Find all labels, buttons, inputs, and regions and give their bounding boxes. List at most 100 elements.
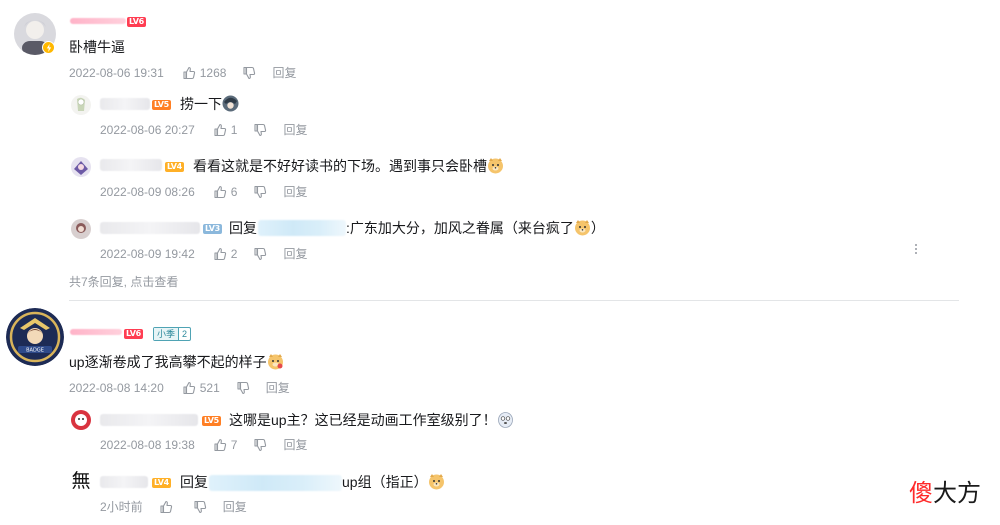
more-options-icon[interactable] xyxy=(915,244,917,254)
reply-button[interactable]: 回复 xyxy=(266,381,290,395)
watermark-part-2: 大方 xyxy=(933,479,981,507)
thumbs-down-icon xyxy=(194,500,206,514)
fan-medal-level: 2 xyxy=(178,328,190,340)
doge-emoji-icon xyxy=(574,220,590,236)
level-badge: LV5 xyxy=(152,100,171,110)
reply-username[interactable] xyxy=(100,414,198,426)
reply-avatar[interactable] xyxy=(71,95,91,115)
dislike-button[interactable] xyxy=(193,500,207,514)
reply-meta: 2小时前 回复 xyxy=(100,500,247,514)
thumbs-up-icon xyxy=(183,381,195,395)
shocked-emoji-icon xyxy=(497,412,513,428)
reply-time: 2022-08-09 08:26 xyxy=(100,185,195,199)
dislike-button[interactable] xyxy=(242,66,256,80)
thumbs-up-icon xyxy=(214,185,226,199)
reply-meta: 2022-08-06 20:27 1 回复 xyxy=(100,123,307,137)
level-badge: LV4 xyxy=(165,162,184,172)
thumbs-down-icon xyxy=(243,66,256,80)
reply-username[interactable] xyxy=(100,476,148,488)
like-button[interactable]: 7 xyxy=(213,438,238,452)
reply-username[interactable] xyxy=(100,222,200,234)
view-more-replies-link[interactable]: 共7条回复, 点击查看 xyxy=(69,273,178,290)
comment-text: up逐渐卷成了我高攀不起的样子 xyxy=(69,354,267,370)
user-avatar[interactable]: BADGE xyxy=(6,308,64,366)
dislike-button[interactable] xyxy=(236,381,250,395)
reply-meta: 2022-08-09 08:26 6 回复 xyxy=(100,185,307,199)
reply-text: 看看这就是不好好读书的下场。遇到事只会卧槽 xyxy=(193,158,487,174)
dislike-button[interactable] xyxy=(253,123,267,137)
reply-avatar[interactable]: 無 xyxy=(70,471,92,493)
comment-divider xyxy=(69,300,959,301)
thumbs-down-icon xyxy=(254,185,267,199)
reply-username[interactable] xyxy=(100,159,162,171)
reply-meta: 2022-08-08 19:38 7 回复 xyxy=(100,438,307,452)
level-badge: LV5 xyxy=(202,416,221,426)
comment-content: up逐渐卷成了我高攀不起的样子 xyxy=(69,353,284,371)
username[interactable] xyxy=(70,329,122,335)
reply-text: :广东加大分，加风之眷属（来台疯了 xyxy=(346,220,574,236)
username[interactable] xyxy=(70,18,126,24)
svg-text:BADGE: BADGE xyxy=(26,348,44,354)
mentioned-user[interactable] xyxy=(258,220,346,236)
watermark: 傻大方 xyxy=(909,473,981,508)
doge-emoji-icon xyxy=(267,354,283,370)
level-badge: LV6 xyxy=(127,17,146,27)
reply-time: 2022-08-09 19:42 xyxy=(100,247,195,261)
like-button[interactable] xyxy=(159,500,177,514)
reply-prefix: 回复 xyxy=(229,220,257,236)
like-button[interactable]: 521 xyxy=(182,381,220,395)
reply-button[interactable]: 回复 xyxy=(283,438,307,452)
like-button[interactable]: 6 xyxy=(213,185,238,199)
reply-button[interactable]: 回复 xyxy=(223,500,247,514)
reply-content: 回复 xyxy=(180,473,208,491)
like-button[interactable]: 1268 xyxy=(182,66,227,80)
level-badge: LV6 xyxy=(124,329,143,339)
reply-time: 2022-08-08 19:38 xyxy=(100,438,195,452)
character-emoji-icon xyxy=(222,95,239,112)
reply-username[interactable] xyxy=(100,98,150,110)
reply-content: 捞一下 xyxy=(180,95,239,113)
dislike-button[interactable] xyxy=(253,185,267,199)
reply-time: 2022-08-06 20:27 xyxy=(100,123,195,137)
reply-avatar[interactable] xyxy=(71,219,91,239)
thumbs-down-icon xyxy=(254,247,267,261)
reply-avatar[interactable] xyxy=(71,410,91,430)
comment-time: 2022-08-06 19:31 xyxy=(69,66,164,80)
verified-badge-icon xyxy=(42,41,55,54)
reply-button[interactable]: 回复 xyxy=(283,123,307,137)
reply-text-tail: ） xyxy=(590,220,605,236)
reply-prefix: 回复 xyxy=(180,474,208,490)
like-count: 1 xyxy=(230,123,238,137)
thumbs-up-icon xyxy=(214,247,226,261)
comment-time: 2022-08-08 14:20 xyxy=(69,381,164,395)
watermark-part-1: 傻 xyxy=(909,479,933,507)
level-badge: LV4 xyxy=(152,478,171,488)
dislike-button[interactable] xyxy=(253,247,267,261)
like-count: 7 xyxy=(230,438,238,452)
like-count: 6 xyxy=(230,185,238,199)
reply-content: 看看这就是不好好读书的下场。遇到事只会卧槽 xyxy=(193,157,504,175)
thumbs-up-icon xyxy=(214,438,226,452)
reply-time: 2小时前 xyxy=(100,500,143,514)
dislike-button[interactable] xyxy=(253,438,267,452)
thumbs-up-icon xyxy=(214,123,226,137)
like-button[interactable]: 1 xyxy=(213,123,238,137)
reply-content: 这哪是up主？这已经是动画工作室级别了！ xyxy=(229,411,514,429)
reply-content: 回复 xyxy=(229,219,257,237)
reply-text: 这哪是up主？这已经是动画工作室级别了！ xyxy=(229,412,497,428)
mentioned-user[interactable] xyxy=(209,475,342,491)
comment-meta: 2022-08-06 19:31 1268 回复 xyxy=(69,66,296,80)
reply-content: :广东加大分，加风之眷属（来台疯了 ） xyxy=(346,219,605,237)
reply-button[interactable]: 回复 xyxy=(283,247,307,261)
comment-content: 卧槽牛逼 xyxy=(69,39,125,55)
thumbs-up-icon xyxy=(160,500,172,514)
reply-avatar[interactable] xyxy=(71,157,91,177)
like-count: 1268 xyxy=(199,66,227,80)
like-count: 2 xyxy=(230,247,238,261)
thumbs-down-icon xyxy=(237,381,249,395)
reply-button[interactable]: 回复 xyxy=(272,66,296,80)
reply-text: 捞一下 xyxy=(180,96,222,112)
reply-button[interactable]: 回复 xyxy=(283,185,307,199)
fan-medal[interactable]: 小季 2 xyxy=(153,327,192,341)
like-button[interactable]: 2 xyxy=(213,247,238,261)
